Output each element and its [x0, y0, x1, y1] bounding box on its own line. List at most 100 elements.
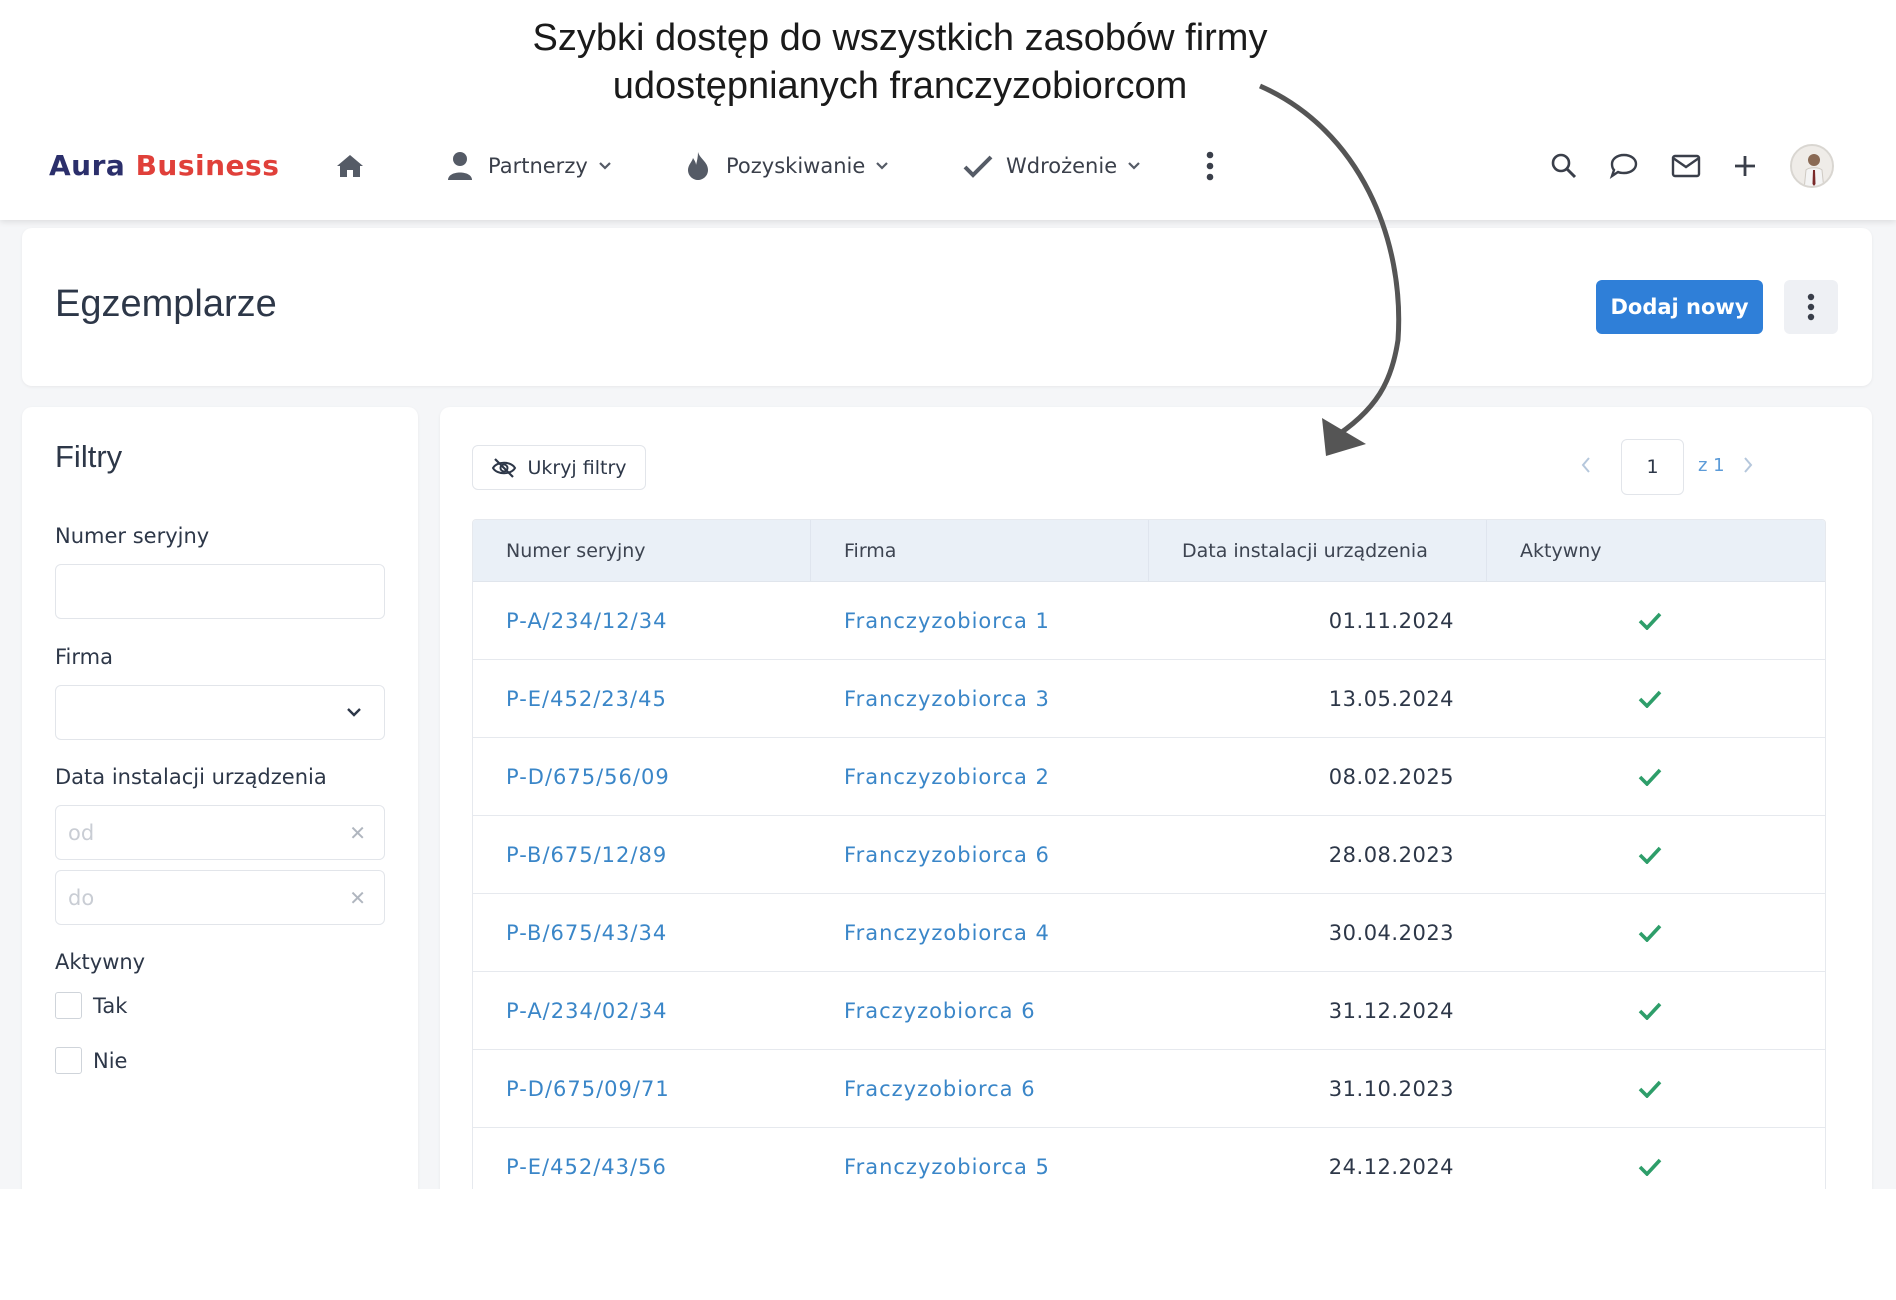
mail-icon — [1671, 154, 1701, 178]
checkbox[interactable] — [55, 1047, 82, 1074]
company-cell[interactable]: Fraczyzobiorca 6 — [811, 972, 1149, 1049]
date-from-placeholder: od — [68, 820, 95, 845]
serial-cell[interactable]: P-E/452/43/56 — [473, 1128, 811, 1189]
company-cell[interactable]: Franczyzobiorca 4 — [811, 894, 1149, 971]
table-row[interactable]: P-B/675/43/34 Franczyzobiorca 4 30.04.2023 — [473, 894, 1825, 972]
serial-cell[interactable]: P-A/234/12/34 — [473, 582, 811, 659]
avatar[interactable] — [1790, 144, 1834, 188]
top-navbar: Aura Business Partnerzy Pozyskiwanie Wdr… — [0, 112, 1896, 220]
chevron-down-icon — [875, 161, 889, 171]
check-icon — [1638, 690, 1662, 708]
company-cell[interactable]: Franczyzobiorca 6 — [811, 816, 1149, 893]
prev-page-icon[interactable] — [1580, 455, 1592, 479]
next-page-icon[interactable] — [1742, 455, 1754, 479]
more-vertical-icon — [1807, 293, 1815, 321]
serial-cell[interactable]: P-D/675/09/71 — [473, 1050, 811, 1127]
table-row[interactable]: P-E/452/43/56 Franczyzobiorca 5 24.12.2024 — [473, 1128, 1825, 1189]
serial-cell[interactable]: P-B/675/12/89 — [473, 816, 811, 893]
home-icon — [337, 155, 363, 177]
user-icon — [444, 150, 476, 182]
check-icon — [1638, 612, 1662, 630]
serial-cell[interactable]: P-B/675/43/34 — [473, 894, 811, 971]
search-button[interactable] — [1544, 146, 1584, 186]
table-row[interactable]: P-D/675/56/09 Franczyzobiorca 2 08.02.2025 — [473, 738, 1825, 816]
table-row[interactable]: P-A/234/02/34 Fraczyzobiorca 6 31.12.2024 — [473, 972, 1825, 1050]
active-cell — [1487, 1050, 1825, 1127]
home-button[interactable] — [330, 146, 370, 186]
active-cell — [1487, 660, 1825, 737]
filters-panel: Filtry Numer seryjny Firma Data instalac… — [22, 407, 418, 1189]
caption-line-2: udostępnianych franczyzobiorcom — [612, 65, 1188, 107]
check-icon — [1638, 1080, 1662, 1098]
column-header-date[interactable]: Data instalacji urządzenia — [1149, 520, 1487, 581]
company-cell[interactable]: Fraczyzobiorca 6 — [811, 1050, 1149, 1127]
active-option-tak[interactable]: Tak — [55, 992, 127, 1019]
active-option-tak-label: Tak — [93, 993, 128, 1018]
filters-title: Filtry — [55, 439, 123, 474]
stage: Szybki dostęp do wszystkich zasobów firm… — [0, 0, 1896, 1300]
fire-icon — [682, 150, 714, 182]
checkbox[interactable] — [55, 992, 82, 1019]
caption-line-1: Szybki dostęp do wszystkich zasobów firm… — [532, 17, 1268, 59]
nav-pozyskiwanie[interactable]: Pozyskiwanie — [682, 146, 889, 186]
clear-date-to-icon[interactable]: ✕ — [349, 886, 366, 910]
app-window: Aura Business Partnerzy Pozyskiwanie Wdr… — [0, 112, 1896, 1189]
active-option-nie[interactable]: Nie — [55, 1047, 127, 1074]
page-header-card: Egzemplarze Dodaj nowy — [22, 228, 1872, 386]
active-cell — [1487, 816, 1825, 893]
company-filter-select[interactable] — [55, 685, 385, 740]
date-cell: 31.12.2024 — [1328, 998, 1455, 1023]
company-cell[interactable]: Franczyzobiorca 2 — [811, 738, 1149, 815]
serial-cell[interactable]: P-D/675/56/09 — [473, 738, 811, 815]
date-filter-label: Data instalacji urządzenia — [55, 765, 327, 789]
table-row[interactable]: P-B/675/12/89 Franczyzobiorca 6 28.08.2023 — [473, 816, 1825, 894]
page-total: z 1 — [1698, 455, 1725, 476]
app-logo[interactable]: Aura Business — [49, 149, 279, 182]
nav-partnerzy[interactable]: Partnerzy — [444, 146, 612, 186]
chevron-down-icon — [598, 161, 612, 171]
plus-icon — [1735, 156, 1755, 176]
column-header-serial[interactable]: Numer seryjny — [473, 520, 811, 581]
hide-filters-label: Ukryj filtry — [527, 456, 627, 479]
table-row[interactable]: P-E/452/23/45 Franczyzobiorca 3 13.05.2024 — [473, 660, 1825, 738]
date-cell: 28.08.2023 — [1328, 842, 1455, 867]
date-to-placeholder: do — [68, 885, 95, 910]
date-cell: 24.12.2024 — [1328, 1154, 1455, 1179]
serial-cell[interactable]: P-A/234/02/34 — [473, 972, 811, 1049]
nav-pozyskiwanie-label: Pozyskiwanie — [726, 154, 866, 178]
add-new-button[interactable]: Dodaj nowy — [1596, 280, 1763, 334]
check-icon — [1638, 1002, 1662, 1020]
date-cell: 31.10.2023 — [1328, 1076, 1455, 1101]
page-number-input[interactable]: 1 — [1621, 439, 1684, 495]
company-cell[interactable]: Franczyzobiorca 1 — [811, 582, 1149, 659]
chevron-down-icon — [1127, 161, 1141, 171]
company-cell[interactable]: Franczyzobiorca 3 — [811, 660, 1149, 737]
page-title: Egzemplarze — [55, 283, 277, 325]
active-cell — [1487, 582, 1825, 659]
nav-partnerzy-label: Partnerzy — [488, 154, 588, 178]
table-panel: Ukryj filtry 1 z 1 Numer seryjny Firma D… — [440, 407, 1872, 1189]
date-from-input[interactable]: od ✕ — [55, 805, 385, 860]
serial-filter-input[interactable] — [55, 564, 385, 619]
clear-date-from-icon[interactable]: ✕ — [349, 821, 366, 845]
date-to-input[interactable]: do ✕ — [55, 870, 385, 925]
nav-wdrozenie[interactable]: Wdrożenie — [962, 146, 1141, 186]
mail-button[interactable] — [1666, 146, 1706, 186]
date-cell: 08.02.2025 — [1328, 764, 1455, 789]
logo-text-business: Business — [135, 149, 280, 182]
column-header-company[interactable]: Firma — [811, 520, 1149, 581]
page-more-button[interactable] — [1784, 280, 1838, 334]
check-icon — [1638, 1158, 1662, 1176]
serial-cell[interactable]: P-E/452/23/45 — [473, 660, 811, 737]
add-button[interactable] — [1725, 146, 1765, 186]
chat-icon — [1609, 153, 1638, 179]
logo-text-aura: Aura — [49, 149, 126, 182]
column-header-active[interactable]: Aktywny — [1487, 520, 1825, 581]
date-cell: 13.05.2024 — [1328, 686, 1455, 711]
table-row[interactable]: P-A/234/12/34 Franczyzobiorca 1 01.11.2024 — [473, 582, 1825, 660]
company-cell[interactable]: Franczyzobiorca 5 — [811, 1128, 1149, 1189]
more-menu-button[interactable] — [1190, 146, 1230, 186]
hide-filters-button[interactable]: Ukryj filtry — [472, 445, 646, 490]
chat-button[interactable] — [1604, 146, 1644, 186]
table-row[interactable]: P-D/675/09/71 Fraczyzobiorca 6 31.10.2023 — [473, 1050, 1825, 1128]
